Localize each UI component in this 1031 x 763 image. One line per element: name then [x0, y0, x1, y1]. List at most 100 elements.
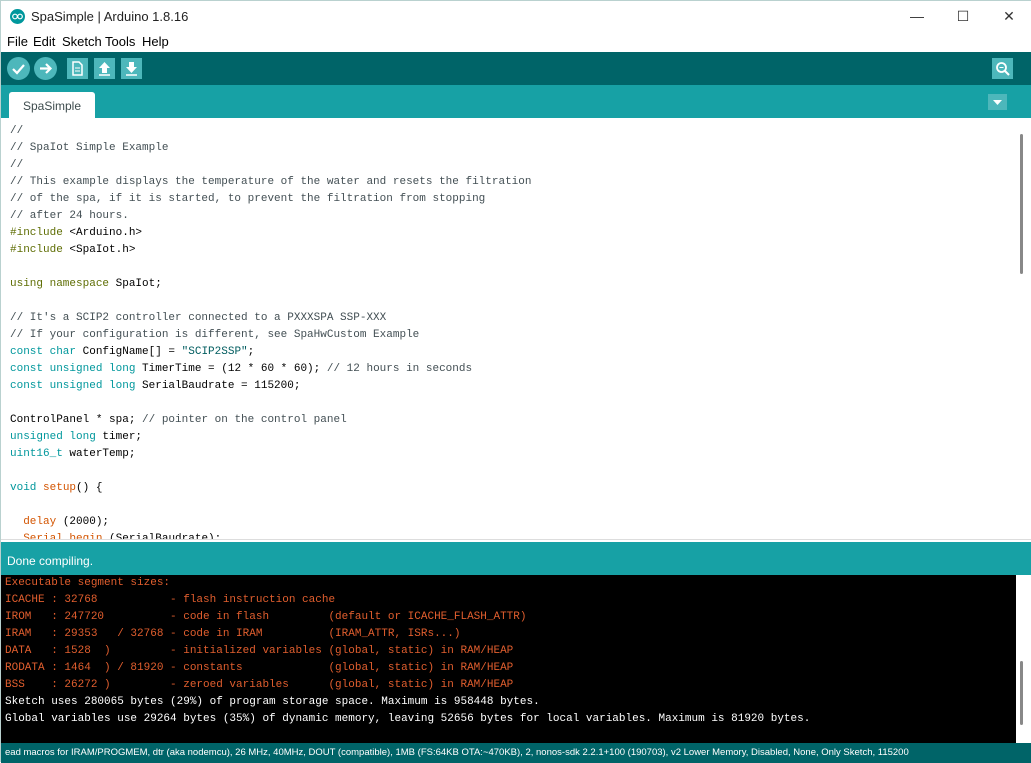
code-token: SpaIot;	[109, 278, 162, 290]
code-line[interactable]	[10, 395, 532, 412]
editor-scrollbar-thumb[interactable]	[1020, 134, 1023, 274]
console-line: ICACHE : 32768 - flash instruction cache	[5, 594, 336, 606]
tab-bar: SpaSimple	[1, 85, 1031, 118]
status-bar: Done compiling.	[1, 542, 1031, 575]
save-button[interactable]	[121, 58, 142, 79]
window-title: SpaSimple | Arduino 1.8.16	[31, 9, 189, 24]
code-line[interactable]: //	[10, 157, 532, 174]
code-token: SerialBaudrate = 115200;	[135, 380, 301, 392]
code-token: ConfigName[] =	[76, 346, 182, 358]
verify-button[interactable]	[7, 57, 30, 80]
code-line[interactable]: // This example displays the temperature…	[10, 174, 532, 191]
code-token: void	[10, 482, 37, 494]
code-token: const unsigned long	[10, 380, 136, 392]
code-token: TimerTime = (12 * 60 * 60);	[135, 363, 327, 375]
code-token: waterTemp;	[62, 448, 136, 460]
toolbar	[1, 52, 1031, 85]
code-token: setup	[43, 482, 77, 494]
code-line[interactable]: #include <Arduino.h>	[10, 225, 532, 242]
menu-sketch[interactable]: Sketch	[62, 34, 102, 49]
menu-edit[interactable]: Edit	[33, 34, 55, 49]
code-token: const char	[10, 346, 77, 358]
code-token: // of the spa, if it is started, to prev…	[10, 193, 486, 205]
code-text[interactable]: // // SpaIot Simple Example // // This exam…	[10, 123, 532, 539]
console-output[interactable]: Executable segment sizes: ICACHE : 32768 …	[1, 575, 1016, 743]
code-token: #include	[10, 227, 63, 239]
menu-help[interactable]: Help	[142, 34, 169, 49]
code-token: delay	[23, 516, 57, 528]
new-icon	[72, 61, 83, 76]
board-info-bar: ead macros for IRAM/PROGMEM, dtr (aka no…	[1, 743, 1031, 763]
status-message: Done compiling.	[7, 554, 94, 568]
arduino-logo-icon	[10, 9, 25, 24]
code-token: // after 24 hours.	[10, 210, 129, 222]
code-token: (2000);	[56, 516, 110, 528]
console-line: Sketch uses 280065 bytes (29%) of progra…	[5, 696, 540, 708]
code-token: // 12 hours in seconds	[326, 363, 473, 375]
code-line[interactable]: // If your configuration is different, s…	[10, 327, 532, 344]
code-line[interactable]: void setup() {	[10, 480, 532, 497]
tab-spasimple[interactable]: SpaSimple	[9, 92, 95, 118]
console-text: Executable segment sizes: ICACHE : 32768 …	[5, 575, 810, 728]
code-token: // pointer on the control panel	[142, 414, 347, 426]
upload-icon	[40, 63, 53, 74]
code-token: <Arduino.h>	[62, 227, 143, 239]
editor-scrollbar[interactable]	[1016, 118, 1031, 539]
open-button[interactable]	[94, 58, 115, 79]
console-line: BSS : 26272 ) - zeroed variables (global…	[5, 679, 514, 691]
code-line[interactable]: //	[10, 123, 532, 140]
close-button[interactable]: ✕	[986, 1, 1031, 32]
new-button[interactable]	[67, 58, 88, 79]
code-line[interactable]: const char ConfigName[] = "SCIP2SSP";	[10, 344, 532, 361]
maximize-button[interactable]: ☐	[940, 1, 986, 32]
code-line[interactable]: // SpaIot Simple Example	[10, 140, 532, 157]
serial-monitor-icon	[996, 62, 1010, 76]
code-token: // It's a SCIP2 controller connected to …	[10, 312, 387, 324]
code-line[interactable]: unsigned long timer;	[10, 429, 532, 446]
title-bar: SpaSimple | Arduino 1.8.16 — ☐ ✕	[1, 1, 1031, 32]
code-line[interactable]: // after 24 hours.	[10, 208, 532, 225]
board-info-text: ead macros for IRAM/PROGMEM, dtr (aka no…	[5, 747, 909, 758]
chevron-down-icon	[993, 100, 1002, 105]
code-line[interactable]: const unsigned long SerialBaudrate = 115…	[10, 378, 532, 395]
code-line[interactable]: const unsigned long TimerTime = (12 * 60…	[10, 361, 532, 378]
menu-tools[interactable]: Tools	[105, 34, 135, 49]
code-token: uint16_t	[10, 448, 63, 460]
code-line[interactable]: delay (2000);	[10, 514, 532, 531]
tab-menu-button[interactable]	[988, 94, 1007, 110]
code-token: //	[10, 159, 24, 171]
console-line: IROM : 247720 - code in flash (default o…	[5, 611, 527, 623]
console-scrollbar-thumb[interactable]	[1020, 661, 1023, 725]
code-token: "SCIP2SSP"	[181, 346, 248, 358]
code-line[interactable]: Serial.begin (SerialBaudrate);	[10, 531, 532, 539]
code-token: const unsigned long	[10, 363, 136, 375]
code-line[interactable]: // of the spa, if it is started, to prev…	[10, 191, 532, 208]
code-token: <SpaIot.h>	[62, 244, 136, 256]
code-token: // If your configuration is different, s…	[10, 329, 420, 341]
code-line[interactable]	[10, 259, 532, 276]
code-line[interactable]	[10, 497, 532, 514]
console-scrollbar[interactable]	[1016, 575, 1031, 743]
code-token: () {	[76, 482, 103, 494]
open-icon	[99, 62, 110, 76]
console-line: Executable segment sizes:	[5, 577, 171, 589]
serial-monitor-button[interactable]	[992, 58, 1013, 79]
code-line[interactable]	[10, 463, 532, 480]
minimize-button[interactable]: —	[894, 1, 940, 32]
upload-button[interactable]	[34, 57, 57, 80]
save-icon	[126, 62, 137, 76]
code-line[interactable]: #include <SpaIot.h>	[10, 242, 532, 259]
code-line[interactable]	[10, 293, 532, 310]
code-token: #include	[10, 244, 63, 256]
code-line[interactable]: // It's a SCIP2 controller connected to …	[10, 310, 532, 327]
console-line: IRAM : 29353 / 32768 - code in IRAM (IRA…	[5, 628, 461, 640]
menu-file[interactable]: File	[7, 34, 28, 49]
code-line[interactable]: ControlPanel * spa; // pointer on the co…	[10, 412, 532, 429]
code-token: timer;	[95, 431, 143, 443]
code-token: unsigned long	[10, 431, 96, 443]
code-line[interactable]: using namespace SpaIot;	[10, 276, 532, 293]
code-editor[interactable]: // // SpaIot Simple Example // // This exam…	[1, 118, 1031, 539]
code-token: //	[10, 125, 24, 137]
code-line[interactable]: uint16_t waterTemp;	[10, 446, 532, 463]
